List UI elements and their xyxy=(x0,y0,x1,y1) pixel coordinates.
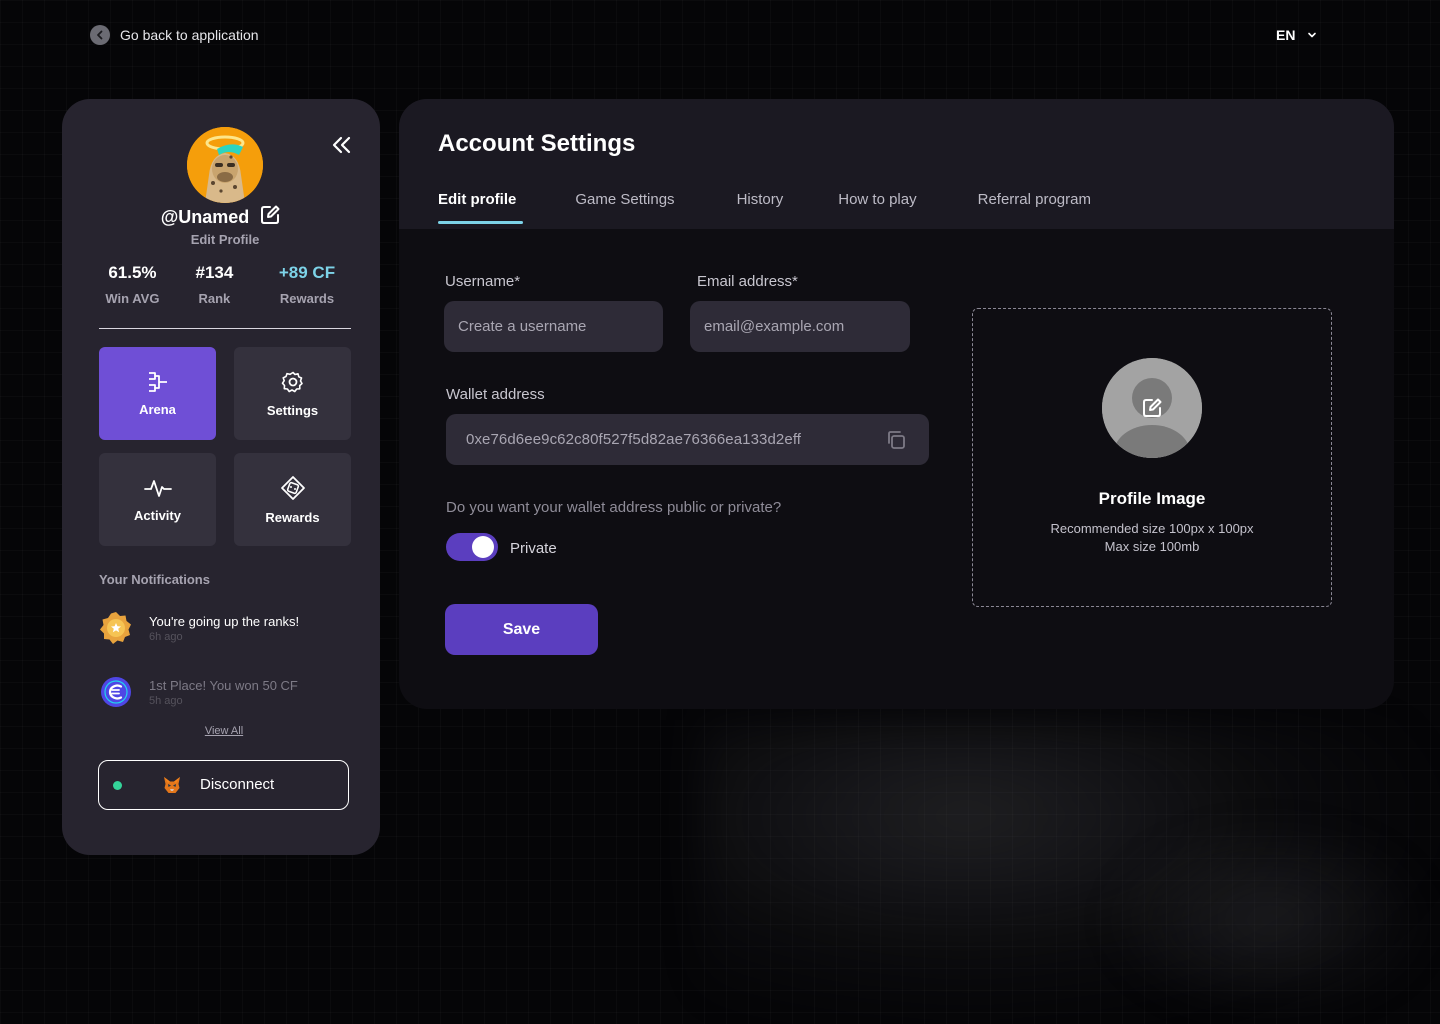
stat-value: 61.5% xyxy=(108,263,157,282)
tile-arena[interactable]: Arena xyxy=(99,347,216,440)
stat-rewards: +89 CF Rewards xyxy=(254,263,360,306)
copy-wallet-button[interactable] xyxy=(884,428,908,452)
disconnect-label: Disconnect xyxy=(200,776,275,793)
tile-label: Arena xyxy=(139,401,176,417)
background-smoke xyxy=(1100,820,1440,1020)
tab-edit-profile[interactable]: Edit profile xyxy=(438,191,524,224)
account-settings-panel: Account Settings Edit profile Game Setti… xyxy=(399,99,1394,709)
profile-image-title: Profile Image xyxy=(1098,489,1206,508)
tile-label: Rewards xyxy=(265,509,320,525)
wallet-address-field[interactable]: 0xe76d6ee9c62c80f527f5d82ae76366ea133d2e… xyxy=(446,414,929,465)
privacy-toggle-label: Private xyxy=(510,540,557,557)
profile-image-upload[interactable]: Profile Image Recommended size 100px x 1… xyxy=(972,308,1332,607)
gear-icon xyxy=(281,371,303,392)
metamask-fox-icon xyxy=(164,777,180,793)
stat-label: Win AVG xyxy=(105,291,160,306)
rewards-icon xyxy=(280,475,305,500)
username-label: Username* xyxy=(445,273,521,290)
page-title: Account Settings xyxy=(438,130,636,157)
email-label: Email address* xyxy=(697,273,798,290)
notification-title: 1st Place! You won 50 CF xyxy=(149,678,298,693)
divider xyxy=(99,328,351,329)
email-input[interactable] xyxy=(690,301,910,352)
arena-icon xyxy=(148,371,167,392)
profile-image-recommended: Recommended size 100px x 100px xyxy=(1050,521,1254,536)
notification-item[interactable]: 1st Place! You won 50 CF 5h ago xyxy=(99,675,298,709)
profile-sidebar: @Unamed Edit Profile 61.5% Win AVG #134 … xyxy=(62,99,380,855)
notifications-heading: Your Notifications xyxy=(99,572,210,587)
activity-icon xyxy=(143,479,172,497)
privacy-question: Do you want your wallet address public o… xyxy=(446,499,782,516)
stat-value: +89 CF xyxy=(278,263,336,282)
tile-settings[interactable]: Settings xyxy=(234,347,351,440)
notification-time: 5h ago xyxy=(149,695,183,707)
wallet-label: Wallet address xyxy=(446,386,545,403)
chevron-down-icon xyxy=(1307,27,1317,43)
username-row: @Unamed xyxy=(62,204,380,231)
coin-icon xyxy=(101,677,131,707)
privacy-toggle[interactable] xyxy=(446,533,498,561)
disconnect-button[interactable]: Disconnect xyxy=(98,760,349,810)
chevron-left-icon xyxy=(90,25,110,45)
stats-row: 61.5% Win AVG #134 Rank +89 CF Rewards xyxy=(90,263,360,306)
tab-history[interactable]: History xyxy=(737,191,784,222)
tile-label: Activity xyxy=(134,507,181,523)
edit-icon xyxy=(1143,398,1162,417)
rank-badge-icon xyxy=(100,612,131,644)
panel-header: Account Settings Edit profile Game Setti… xyxy=(399,99,1394,229)
username: @Unamed xyxy=(160,207,250,227)
settings-tabs: Edit profile Game Settings History How t… xyxy=(438,191,1091,224)
language-value: EN xyxy=(1276,27,1296,43)
tile-label: Settings xyxy=(266,402,319,418)
stat-rank: #134 Rank xyxy=(175,263,254,306)
stat-win-avg: 61.5% Win AVG xyxy=(90,263,175,306)
tile-activity[interactable]: Activity xyxy=(99,453,216,546)
notification-time: 6h ago xyxy=(149,631,183,643)
back-to-app-link[interactable]: Go back to application xyxy=(90,24,259,46)
stat-label: Rewards xyxy=(279,291,335,306)
toggle-knob xyxy=(472,536,494,558)
tab-referral-program[interactable]: Referral program xyxy=(978,191,1091,222)
back-link-label: Go back to application xyxy=(120,27,259,43)
tab-game-settings[interactable]: Game Settings xyxy=(575,191,674,222)
connected-status-dot xyxy=(113,781,122,790)
tile-rewards[interactable]: Rewards xyxy=(234,453,351,546)
username-input[interactable] xyxy=(444,301,663,352)
collapse-sidebar-button[interactable] xyxy=(330,133,354,157)
nav-tiles: Arena Settings Activity Rewards xyxy=(99,347,351,546)
profile-image-placeholder xyxy=(1102,358,1202,458)
profile-image-max-size: Max size 100mb xyxy=(1104,539,1200,554)
edit-icon[interactable] xyxy=(259,204,281,231)
notification-item[interactable]: You're going up the ranks! 6h ago xyxy=(99,611,299,645)
stat-value: #134 xyxy=(195,263,234,282)
tab-how-to-play[interactable]: How to play xyxy=(838,191,916,222)
stat-label: Rank xyxy=(198,291,231,306)
wallet-address-value: 0xe76d6ee9c62c80f527f5d82ae76366ea133d2e… xyxy=(466,431,802,448)
language-select[interactable]: EN xyxy=(1276,24,1317,46)
avatar xyxy=(187,127,263,203)
edit-profile-link[interactable]: Edit Profile xyxy=(62,232,388,247)
view-all-link[interactable]: View All xyxy=(62,725,386,737)
notification-title: You're going up the ranks! xyxy=(149,614,300,629)
double-chevron-left-icon xyxy=(332,136,351,154)
copy-icon xyxy=(888,431,905,449)
save-button[interactable]: Save xyxy=(445,604,598,655)
